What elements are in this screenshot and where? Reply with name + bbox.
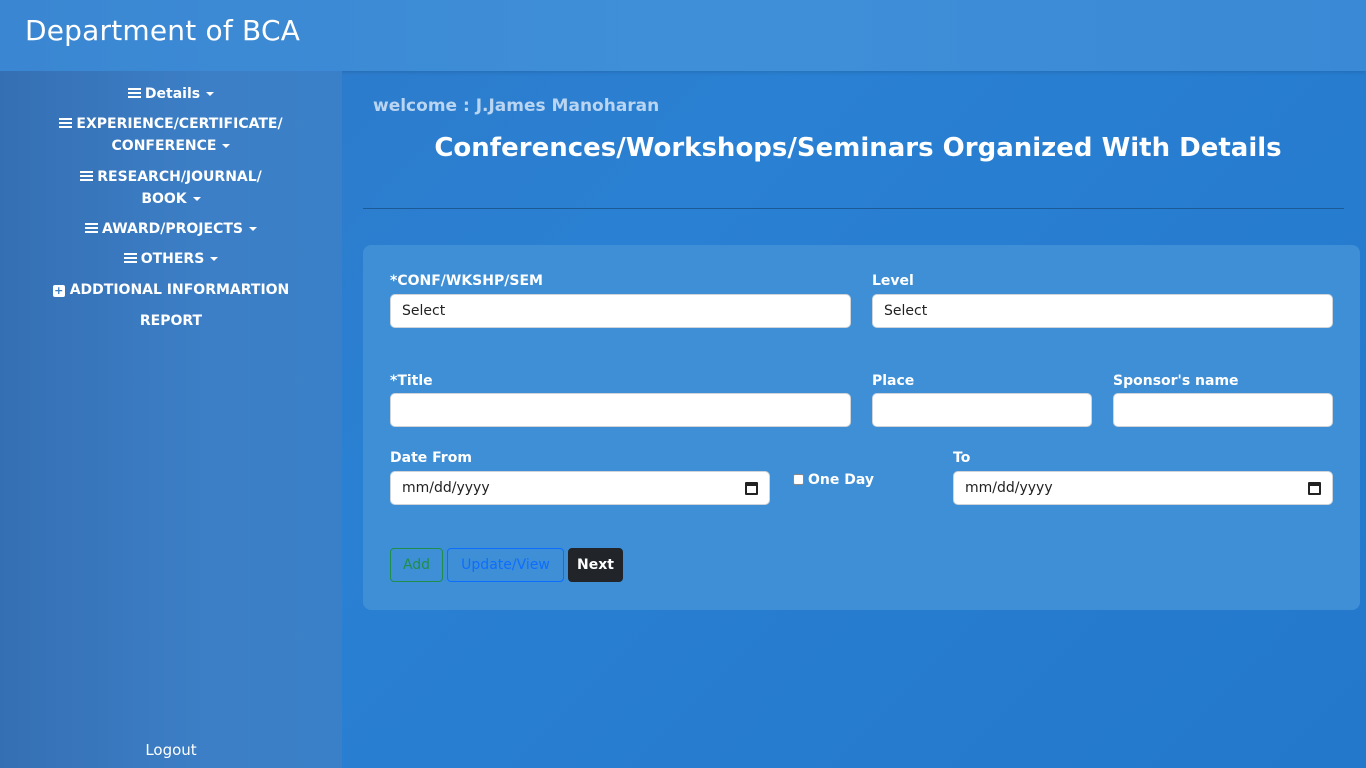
one-day-checkbox[interactable] <box>793 474 804 485</box>
menu-icon <box>123 253 137 264</box>
date-to-input[interactable]: mm/dd/yyyy <box>953 471 1333 505</box>
logout-link[interactable]: Logout <box>0 741 342 759</box>
sidebar-item-others[interactable]: OTHERS <box>0 248 342 270</box>
menu-icon <box>80 171 94 182</box>
caret-down-icon <box>210 257 219 261</box>
place-input[interactable] <box>872 393 1092 427</box>
date-from-value: mm/dd/yyyy <box>402 480 490 496</box>
calendar-icon[interactable] <box>745 481 758 495</box>
date-from-label: Date From <box>390 450 472 466</box>
place-label: Place <box>872 373 915 389</box>
next-button[interactable]: Next <box>568 548 623 582</box>
divider <box>363 208 1344 209</box>
title-label: *Title <box>390 373 433 389</box>
add-button[interactable]: Add <box>390 548 443 582</box>
sidebar-item-label: EXPERIENCE/CERTIFICATE/ <box>76 116 283 132</box>
sidebar-item-report[interactable]: REPORT <box>0 310 342 332</box>
one-day-label: One Day <box>808 472 875 488</box>
sidebar-item-label: OTHERS <box>140 251 205 267</box>
caret-down-icon <box>192 197 201 201</box>
plus-square-icon: + <box>52 284 65 297</box>
menu-icon <box>85 223 98 234</box>
menu-icon <box>59 118 73 129</box>
level-select[interactable]: Select <box>872 294 1333 328</box>
date-to-label: To <box>953 450 971 466</box>
sidebar-item-label: AWARD/PROJECTS <box>102 221 243 237</box>
sponsor-input[interactable] <box>1113 393 1333 427</box>
sidebar-item-award[interactable]: AWARD/PROJECTS <box>0 218 342 240</box>
sidebar-item-additional-information[interactable]: + ADDTIONAL INFORMARTION <box>0 279 342 301</box>
sidebar-item-label: BOOK <box>141 191 187 207</box>
level-label: Level <box>872 273 914 289</box>
sidebar-item-label: ADDTIONAL INFORMARTION <box>69 282 290 298</box>
date-to-value: mm/dd/yyyy <box>965 480 1053 496</box>
sidebar-item-research[interactable]: RESEARCH/JOURNAL/ BOOK <box>0 166 342 210</box>
calendar-icon[interactable] <box>1308 481 1321 495</box>
sidebar-item-details[interactable]: Details <box>0 83 342 105</box>
type-label: *CONF/WKSHP/SEM <box>390 273 543 289</box>
page-title: Conferences/Workshops/Seminars Organized… <box>434 133 1282 163</box>
top-header: Department of BCA <box>0 0 1366 71</box>
caret-down-icon <box>206 92 215 96</box>
date-from-input[interactable]: mm/dd/yyyy <box>390 471 770 505</box>
sidebar-item-experience[interactable]: EXPERIENCE/CERTIFICATE/ CONFERENCE <box>0 113 342 157</box>
update-view-button[interactable]: Update/View <box>447 548 564 582</box>
app-title: Department of BCA <box>25 14 301 47</box>
sponsor-label: Sponsor's name <box>1113 373 1239 389</box>
welcome-text: welcome : J.James Manoharan <box>373 96 660 116</box>
menu-icon <box>127 88 141 99</box>
caret-down-icon <box>222 144 231 148</box>
sidebar-item-label: RESEARCH/JOURNAL/ <box>97 169 262 185</box>
sidebar-item-label: CONFERENCE <box>111 138 217 154</box>
title-input[interactable] <box>390 393 851 427</box>
caret-down-icon <box>249 227 257 231</box>
sidebar-item-label: REPORT <box>139 313 203 329</box>
sidebar-item-label: Details <box>144 86 201 102</box>
type-select[interactable]: Select <box>390 294 851 328</box>
